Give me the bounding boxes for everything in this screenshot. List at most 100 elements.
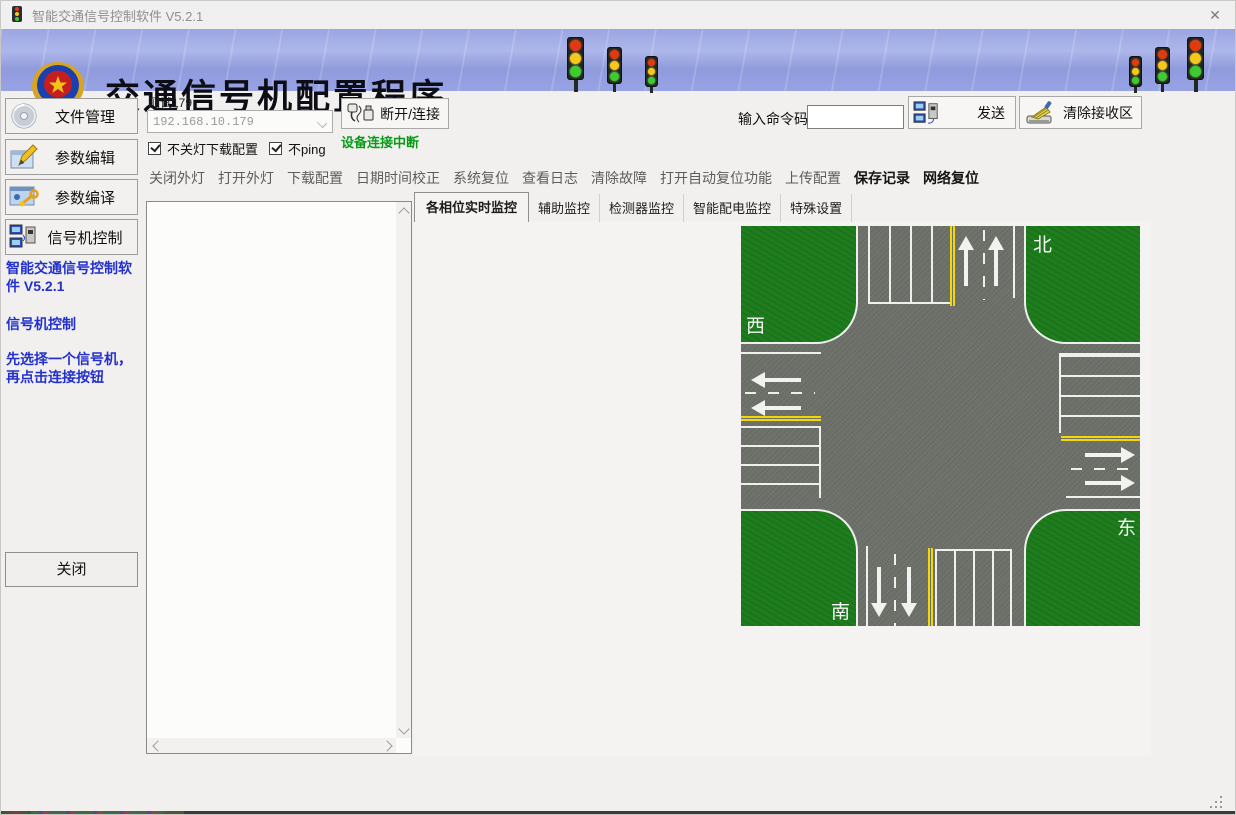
arrow-left-icon	[751, 400, 801, 416]
lane-dash-west	[745, 392, 815, 394]
device-name-label: 测试179	[148, 94, 192, 111]
sidebar-button-label: 参数编辑	[39, 147, 137, 168]
sidebar-button-label: 信号机控制	[39, 227, 137, 248]
arrow-right-icon	[1085, 447, 1135, 463]
compass-east-label: 东	[1117, 513, 1136, 540]
checkbox-checked-icon	[148, 142, 161, 155]
lane-dash-south	[894, 554, 896, 626]
sidebar-button-label: 文件管理	[39, 106, 137, 127]
close-icon[interactable]: ✕	[1205, 5, 1225, 25]
header-banner: 交通信号机配置程序	[1, 29, 1236, 91]
menu-item[interactable]: 查看日志	[522, 168, 578, 188]
yellow-line-east	[1061, 436, 1140, 441]
menu-item[interactable]: 系统复位	[453, 168, 509, 188]
vertical-scrollbar[interactable]	[396, 202, 411, 738]
sidebar-button-param-edit[interactable]: 参数编辑	[5, 139, 138, 175]
menu-item[interactable]: 网络复位	[923, 168, 979, 188]
tab-power-monitor[interactable]: 智能配电监控	[684, 194, 781, 222]
arrow-right-icon	[1085, 475, 1135, 491]
menu-item[interactable]: 打开外灯	[218, 168, 274, 188]
tab-aux-monitor[interactable]: 辅助监控	[529, 194, 600, 222]
yellow-line-west	[741, 416, 821, 421]
arrow-left-icon	[751, 372, 801, 388]
bottom-edge-strip	[1, 811, 1236, 815]
chevron-right-icon	[383, 741, 392, 750]
crosswalk-east	[1059, 353, 1140, 433]
arrow-up-icon	[988, 236, 1004, 286]
receive-log-listbox[interactable]	[146, 201, 412, 754]
compass-west-label: 西	[746, 311, 765, 338]
tab-detector-monitor[interactable]: 检测器监控	[600, 194, 684, 222]
traffic-light-icon	[1155, 47, 1170, 92]
command-input[interactable]	[807, 105, 904, 129]
window-title: 智能交通信号控制软件 V5.2.1	[32, 6, 203, 25]
resize-grip[interactable]	[1204, 794, 1222, 808]
lane-dash-east	[1071, 468, 1140, 470]
ip-value: 192.168.10.179	[148, 115, 314, 129]
crosswalk-west	[741, 426, 821, 498]
traffic-light-icon	[645, 56, 658, 93]
connection-status: 设备连接中断	[341, 132, 419, 151]
horizontal-scrollbar[interactable]	[147, 738, 396, 753]
close-button[interactable]: 关闭	[5, 552, 138, 587]
compass-north-label: 北	[1033, 230, 1052, 257]
connector-plug-icon	[346, 102, 376, 126]
yellow-line-north	[950, 226, 955, 306]
lane-line-east	[1066, 496, 1140, 498]
chevron-down-icon	[314, 111, 332, 132]
arrow-down-icon	[901, 567, 917, 617]
compile-wrench-icon	[9, 183, 39, 211]
chevron-left-icon	[151, 741, 160, 750]
cd-icon	[9, 102, 39, 130]
compass-south-label: 南	[831, 597, 850, 624]
checkbox-checked-icon	[269, 142, 282, 155]
sidebar-info-hint: 先选择一个信号机，再点击连接按钮	[6, 350, 140, 386]
lane-line-west	[741, 352, 821, 354]
traffic-light-icon	[1187, 37, 1204, 92]
ip-select[interactable]: 192.168.10.179	[147, 110, 333, 133]
menu-item[interactable]: 下载配置	[287, 168, 343, 188]
traffic-light-icon	[10, 4, 24, 26]
sidebar-button-label: 参数编译	[39, 187, 137, 208]
sidebar-info-version: 智能交通信号控制软件 V5.2.1	[6, 259, 140, 295]
menu-item[interactable]: 日期时间校正	[356, 168, 440, 188]
traffic-light-icon	[1129, 56, 1142, 93]
traffic-light-icon	[567, 37, 584, 92]
sidebar-button-signal-control[interactable]: 信号机控制	[5, 219, 138, 255]
crosswalk-south	[935, 549, 1012, 626]
clear-receive-button[interactable]: 清除接收区	[1019, 96, 1142, 129]
tab-phase-realtime-monitor[interactable]: 各相位实时监控	[414, 192, 529, 222]
yellow-line-south	[928, 548, 933, 626]
menu-item[interactable]: 保存记录	[854, 168, 910, 188]
intersection-map: 北 西 东 南	[741, 226, 1140, 626]
edit-pencil-icon	[9, 143, 39, 171]
menu-item[interactable]: 清除故障	[591, 168, 647, 188]
lane-line-north	[1013, 226, 1015, 298]
sidebar-info-mode: 信号机控制	[6, 315, 140, 333]
action-menu: 关闭外灯 打开外灯 下载配置 日期时间校正 系统复位 查看日志 清除故障 打开自…	[149, 168, 1149, 188]
arrow-down-icon	[871, 567, 887, 617]
no-ping-checkbox[interactable]: 不ping	[269, 139, 326, 158]
sidebar-button-file-manage[interactable]: 文件管理	[5, 98, 138, 134]
monitor-tabbar: 各相位实时监控 辅助监控 检测器监控 智能配电监控 特殊设置	[414, 198, 852, 222]
lane-line-south	[866, 546, 868, 626]
lane-dash-north	[983, 230, 985, 300]
menu-item[interactable]: 上传配置	[785, 168, 841, 188]
menu-item[interactable]: 打开自动复位功能	[660, 168, 772, 188]
sidebar-button-param-compile[interactable]: 参数编译	[5, 179, 138, 215]
signal-control-icon	[9, 223, 39, 251]
chevron-up-icon	[399, 206, 408, 215]
tab-special-settings[interactable]: 特殊设置	[781, 194, 852, 222]
send-computers-icon	[913, 100, 941, 126]
send-button[interactable]: 发送	[908, 96, 1016, 129]
app-window: 智能交通信号控制软件 V5.2.1 ✕ 交通信号机配置程序	[0, 0, 1236, 815]
broom-icon	[1024, 99, 1056, 126]
connect-button[interactable]: 断开/连接	[341, 98, 449, 129]
title-bar: 智能交通信号控制软件 V5.2.1 ✕	[1, 1, 1236, 29]
arrow-up-icon	[958, 236, 974, 286]
chevron-down-icon	[399, 725, 408, 734]
menu-item[interactable]: 关闭外灯	[149, 168, 205, 188]
command-label: 输入命令码	[738, 109, 808, 129]
no-light-off-checkbox[interactable]: 不关灯下载配置	[148, 139, 258, 158]
traffic-light-icon	[607, 47, 622, 92]
